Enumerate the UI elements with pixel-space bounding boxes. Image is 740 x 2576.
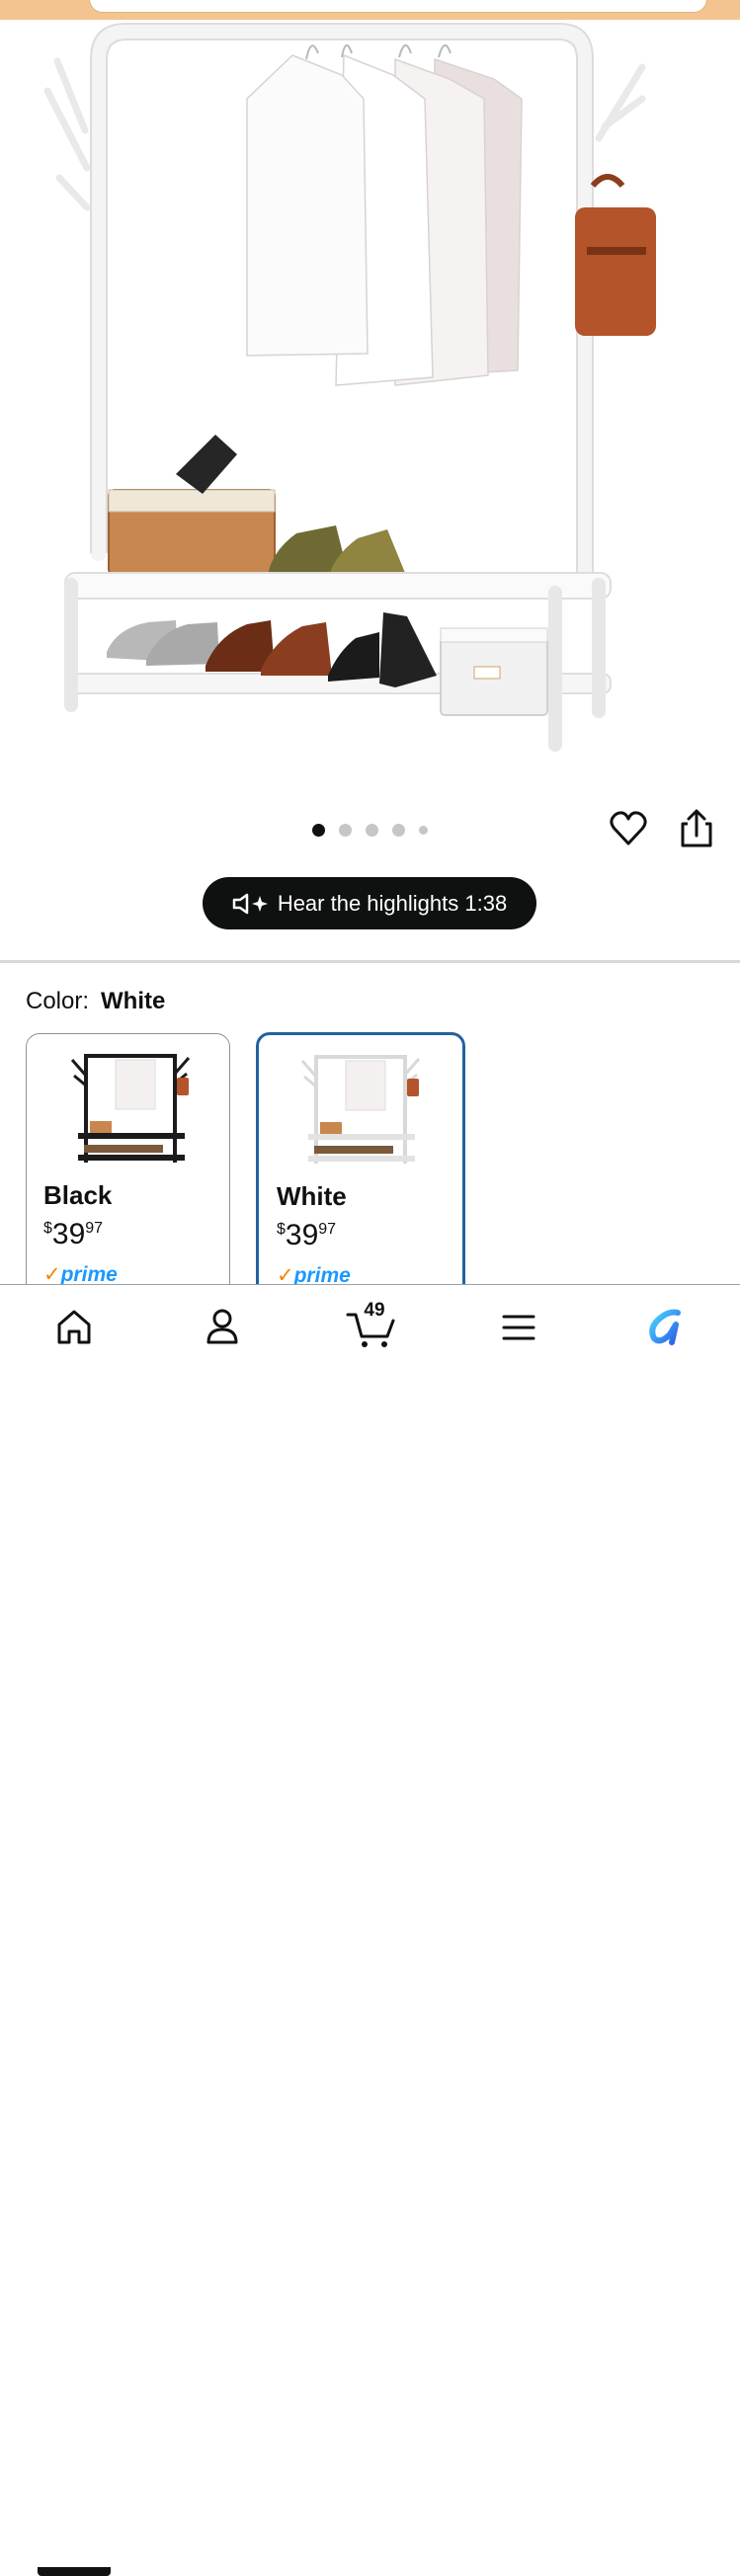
option-name: Black [43,1180,113,1210]
menu-icon[interactable] [494,1303,543,1352]
section-divider [0,960,740,963]
heart-icon[interactable] [610,810,647,847]
speaker-sparkle-icon [232,893,268,914]
product-image[interactable] [0,20,740,800]
share-icon[interactable] [677,808,716,849]
option-price: $ 39 97 [277,1219,337,1251]
carousel-dot-active[interactable] [312,823,325,837]
hear-highlights-button[interactable]: Hear the highlights 1:38 [203,877,536,929]
rufus-icon[interactable] [640,1303,690,1352]
carousel-dot[interactable] [392,823,405,837]
cart-button[interactable]: 49 [346,1300,401,1352]
option-name: White [277,1181,347,1211]
carousel-dot[interactable] [419,825,428,835]
hear-highlights-label: Hear the highlights 1:38 [277,890,508,916]
selected-color: White [101,988,166,1014]
option-price: $ 39 97 [43,1218,104,1250]
white-rack-thumbnail [300,1055,421,1164]
carousel-dot[interactable] [366,823,378,837]
bottom-nav-bar: 49 [0,1284,740,2576]
home-icon[interactable] [49,1303,99,1352]
header-strip [0,0,740,20]
carousel-dot[interactable] [339,823,352,837]
active-tab-indicator [38,2567,111,2576]
black-rack-thumbnail [70,1054,191,1163]
account-icon[interactable] [198,1303,247,1352]
color-label: Color: [26,988,90,1014]
search-bar-edge[interactable] [89,0,707,13]
cart-count: 49 [364,1300,385,1321]
color-selector-label: Color: White [26,988,165,1015]
